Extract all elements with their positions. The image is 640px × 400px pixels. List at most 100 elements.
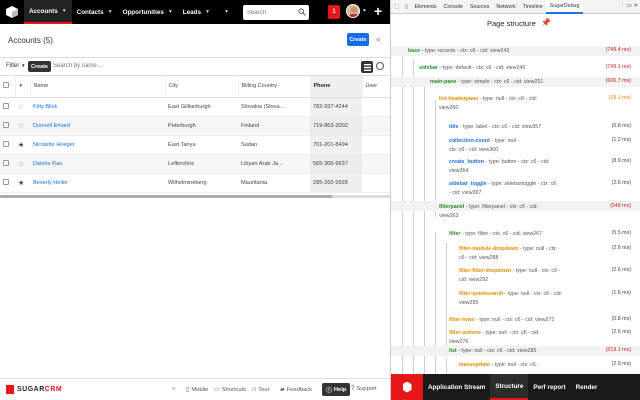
tree-node-collection-count[interactable]: collection-count - type: null - ctx: c6 -… [449, 137, 589, 155]
tree-node-filterpanel[interactable]: filterpanel - type: filterpanel - ctx: c… [439, 203, 589, 221]
footer-link-shortcuts[interactable]: ▭ Shortcuts [214, 386, 246, 394]
quicksearch-input[interactable] [53, 63, 233, 69]
horizontal-scrollbar[interactable] [0, 195, 390, 198]
footer-link-tour[interactable]: ⛙ Tour [252, 386, 270, 394]
node-time: (2.6 ms) [611, 180, 631, 186]
account-name-link[interactable]: Donnell Emard [30, 116, 165, 136]
tab-structure[interactable]: Structure [490, 374, 529, 400]
column-header-phone[interactable]: Phone [310, 76, 363, 98]
column-header-name[interactable]: Name [30, 76, 166, 98]
tab-application-stream[interactable]: Application Stream [423, 374, 490, 400]
more-modules-button[interactable]: ▼ [215, 0, 234, 24]
tree-node-filter-actions[interactable]: filter-actions - type: null - ctx: c6 - … [449, 329, 589, 347]
tab-console[interactable]: Console [440, 0, 466, 14]
tree-node-base[interactable]: base - type: records - ctx: c6 - cid: vi… [408, 47, 509, 56]
row-checkbox[interactable] [0, 97, 15, 117]
page-title: Accounts (5) [8, 36, 53, 45]
sidebar-toggle-icon[interactable]: « [376, 34, 381, 44]
tree-node-filter-quicksearch[interactable]: filter-quicksearch - type: null - ctx: c… [459, 290, 589, 308]
nav-item-opportunities[interactable]: Opportunities ▼ [118, 0, 178, 24]
device-icon[interactable]: ▯ [402, 4, 411, 10]
row-checkbox[interactable] [0, 116, 15, 136]
scrollbar-thumb[interactable] [0, 195, 332, 198]
actions-column-header[interactable]: ▼ [15, 76, 31, 98]
city-cell: East Gillianburgh [165, 97, 238, 117]
tab-network[interactable]: Network [493, 0, 519, 14]
table-row[interactable]: ★ Beverly Heller Wilhelmineberg Mauritan… [0, 173, 437, 193]
notifications-badge[interactable]: 1 [328, 5, 340, 19]
nav-item-leads[interactable]: Leads ▼ [178, 0, 215, 24]
tree-guide [402, 50, 403, 374]
tree-node-sidebar-toggle[interactable]: sidebar_toggle - type: sidebartoggle - c… [449, 180, 589, 198]
table-row[interactable]: ☆ Daisha Rau Leffershire Libyan Arab Ja.… [0, 154, 437, 174]
account-name-link[interactable]: Kitty Blick [30, 97, 165, 117]
filter-create-button[interactable]: Create [28, 61, 52, 72]
global-search-input[interactable] [247, 9, 297, 16]
chevron-down-icon[interactable]: ▼ [108, 9, 113, 15]
tree-node-filter-module-dropdown[interactable]: filter-module-dropdown - type: null - ct… [459, 245, 589, 263]
keyboard-icon: ▭ [214, 387, 220, 393]
devtools-tab-bar: ⬚ ▯ Elements Console Sources Network Tim… [391, 0, 640, 14]
tab-timeline[interactable]: Timeline [519, 0, 546, 14]
tab-sugardebug[interactable]: SugarDebug [546, 0, 583, 14]
filter-dropdown[interactable]: Filter ▼ [6, 63, 25, 69]
column-header-billing-country[interactable]: Billing Country [238, 76, 311, 98]
row-checkbox[interactable] [0, 173, 15, 193]
favorite-star-icon[interactable]: ☆ [15, 97, 30, 117]
tree-node-title[interactable]: title - type: label - ctx: c6 - cid: vie… [449, 123, 541, 132]
tab-elements[interactable]: Elements [411, 0, 440, 14]
chevron-down-icon[interactable]: ▼ [62, 8, 67, 14]
devtools-menu-icons[interactable]: ⋮ ▭ ✕ [620, 3, 638, 9]
tree-node-sidebar[interactable]: sidebar - type: default - ctx: c6 - cid:… [419, 64, 525, 73]
account-name-link[interactable]: Nicolette Hoeger [30, 135, 165, 155]
tree-node-massupdate[interactable]: massupdate - type: null - ctx: c6 - [459, 361, 589, 370]
favorite-star-icon[interactable]: ☆ [15, 154, 30, 174]
tab-render[interactable]: Render [571, 374, 603, 400]
tree-node-filter-rows[interactable]: filter-rows - type: null - ctx: c6 - cid… [449, 316, 554, 325]
tab-sources[interactable]: Sources [466, 0, 492, 14]
tree-node-filter[interactable]: filter - type: filter - ctx: c6 - cid: v… [449, 230, 542, 239]
node-time: (749.4 ms) [605, 47, 631, 53]
footer-link-mobile[interactable]: ▯ Mobile [186, 386, 208, 394]
footer-help-button[interactable]: ⓘ Help [322, 383, 351, 396]
nav-item-contacts[interactable]: Contacts ▼ [72, 0, 118, 24]
favorite-star-icon[interactable]: ★ [15, 173, 30, 193]
table-row[interactable]: ☆ Kitty Blick East Gillianburgh Slovakia… [0, 97, 437, 117]
favorite-star-icon[interactable]: ☆ [15, 116, 30, 136]
screen: Accounts ▼ Contacts ▼ Opportunities ▼ Leads… [0, 0, 640, 400]
home-button[interactable] [0, 0, 24, 24]
tree-node-main-pane[interactable]: main-pane - type: simple - ctx: c6 - cid… [430, 78, 543, 87]
footer-link-feedback[interactable]: ▰ Feedback [280, 386, 312, 394]
table-row[interactable]: ☆ Donnell Emard Peterburgh Finland 719-8… [0, 116, 437, 136]
footer-link-support[interactable]: ? Support [351, 386, 377, 392]
column-header-city[interactable]: City [165, 76, 239, 98]
list-view-toggle[interactable] [361, 61, 373, 73]
tree-node-create-button[interactable]: create_button - type: button - ctx: c6 -… [449, 158, 589, 176]
tree-node-list-headerpane[interactable]: list-headerpane - type: null - ctx: c6 -… [439, 95, 589, 113]
favorite-star-icon[interactable]: ★ [15, 135, 30, 155]
tree-guide [446, 243, 447, 355]
tab-perf-report[interactable]: Perf report [528, 374, 570, 400]
quick-create-button[interactable]: + [374, 3, 382, 19]
tree-node-list[interactable]: list - type: null - ctx: c6 - cid: view2… [449, 347, 536, 356]
account-name-link[interactable]: Beverly Heller [30, 173, 165, 193]
nav-item-accounts[interactable]: Accounts ▼ [24, 0, 72, 24]
row-checkbox[interactable] [0, 154, 15, 174]
chevron-down-icon[interactable]: ▼ [168, 9, 173, 15]
pin-icon[interactable]: 📌 [541, 18, 551, 27]
search-icon[interactable] [298, 8, 306, 16]
global-search[interactable] [243, 5, 309, 20]
tree-node-filter-filter-dropdown[interactable]: filter-filter-dropdown - type: null - ct… [459, 267, 589, 285]
select-all-checkbox[interactable] [0, 76, 16, 98]
inspect-icon[interactable]: ⬚ [391, 4, 402, 10]
activity-stream-icon[interactable] [376, 62, 384, 70]
account-name-link[interactable]: Daisha Rau [30, 154, 165, 174]
chevron-down-icon[interactable]: ▼ [205, 9, 210, 15]
info-icon: ⓘ [326, 388, 332, 394]
create-button[interactable]: Create [347, 33, 369, 46]
avatar [346, 4, 360, 18]
row-checkbox[interactable] [0, 135, 15, 155]
user-menu[interactable]: ▼ [346, 4, 367, 18]
table-row[interactable]: ★ Nicolette Hoeger East Tanya Sudan 701-… [0, 135, 437, 155]
footer-expand-icon[interactable]: » [172, 386, 175, 392]
